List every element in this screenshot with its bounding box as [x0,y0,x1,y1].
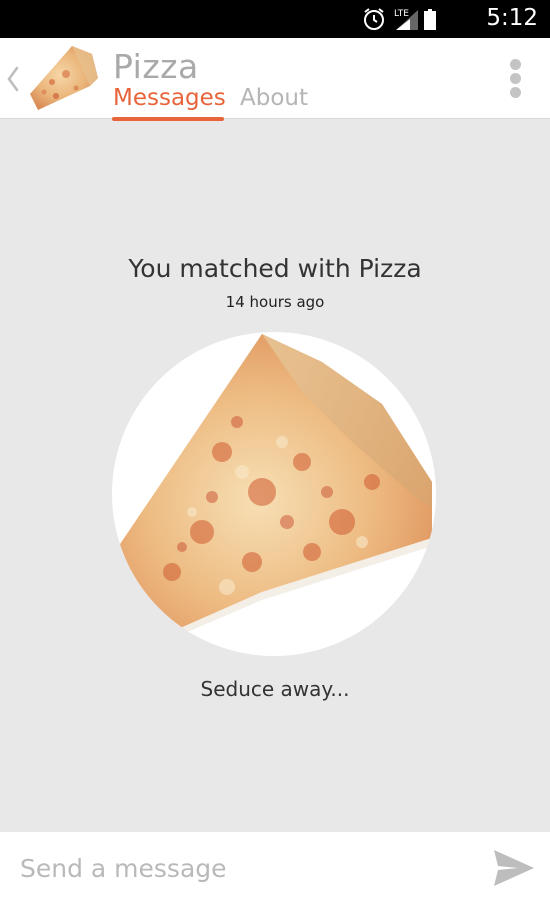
avatar[interactable] [26,44,100,112]
status-icons: LTE [364,8,436,30]
chat-header: Pizza Messages About [0,38,550,121]
match-message: You matched with Pizza [128,254,422,283]
alarm-icon [364,8,384,30]
message-input[interactable] [18,849,462,887]
menu-dot [509,59,521,70]
tab-messages[interactable]: Messages [113,85,226,111]
overflow-menu-icon[interactable] [507,59,523,101]
match-timestamp: 14 hours ago [225,293,325,311]
menu-dot [509,87,521,98]
match-prompt: Seduce away... [200,677,350,701]
network-type-label: LTE [394,9,409,19]
battery-icon [424,9,436,30]
pizza-slice-image [116,334,432,642]
status-time: 5:12 [486,5,538,31]
menu-dot [509,73,521,84]
message-composer [0,832,550,903]
send-icon[interactable] [492,848,536,888]
chevron-left-icon[interactable] [6,66,20,92]
active-tab-indicator [112,117,224,121]
status-bar: LTE 5:12 [0,0,550,38]
tab-about[interactable]: About [240,85,308,111]
chat-title: Pizza [113,47,199,86]
match-profile-photo[interactable] [112,332,436,656]
